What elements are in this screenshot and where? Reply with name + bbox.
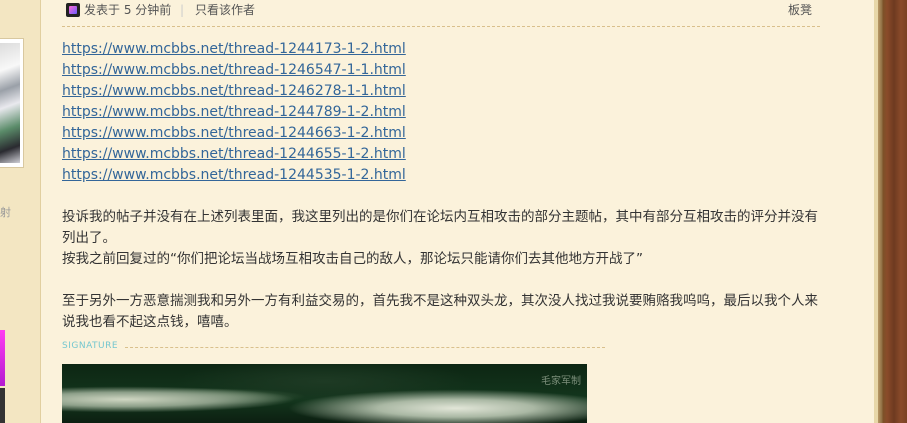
only-author-link[interactable]: 只看该作者	[195, 0, 255, 20]
thread-link[interactable]: https://www.mcbbs.net/thread-1244655-1-2…	[62, 146, 406, 162]
list-item: https://www.mcbbs.net/thread-1244535-1-2…	[62, 165, 406, 186]
thread-link[interactable]: https://www.mcbbs.net/thread-1244173-1-2…	[62, 41, 406, 57]
signature-watermark: 毛家军制	[541, 376, 581, 387]
list-item: https://www.mcbbs.net/thread-1246547-1-1…	[62, 60, 406, 81]
post-paragraph-1: 投诉我的帖子并没有在上述列表里面，我这里列出的是你们在论坛内互相攻击的部分主题帖…	[62, 209, 818, 246]
signature-divider	[125, 347, 605, 348]
list-item: https://www.mcbbs.net/thread-1244655-1-2…	[62, 144, 406, 165]
floor-number: 板凳	[787, 3, 812, 17]
thread-link[interactable]: https://www.mcbbs.net/thread-1246278-1-1…	[62, 83, 406, 99]
list-item: https://www.mcbbs.net/thread-1244663-1-2…	[62, 123, 406, 144]
page-right-border	[874, 0, 907, 423]
thread-link[interactable]: https://www.mcbbs.net/thread-1246547-1-1…	[62, 62, 406, 78]
list-item: https://www.mcbbs.net/thread-1244789-1-2…	[62, 102, 406, 123]
thread-link[interactable]: https://www.mcbbs.net/thread-1244789-1-2…	[62, 104, 406, 120]
left-user-column: 射	[0, 0, 41, 423]
user-avatar[interactable]	[0, 38, 24, 168]
signature-label: SIGNATURE	[62, 341, 119, 351]
thread-link-list: https://www.mcbbs.net/thread-1244173-1-2…	[62, 39, 406, 186]
user-medal-badge-2	[0, 388, 5, 423]
post-meta-bar: 发表于 5 分钟前 | 只看该作者 板凳	[62, 0, 820, 27]
online-status-icon	[66, 3, 80, 17]
sidebar-partial-text: 射	[0, 206, 11, 219]
meta-separator: |	[180, 3, 185, 17]
list-item: https://www.mcbbs.net/thread-1244173-1-2…	[62, 39, 406, 60]
avatar-image	[0, 43, 20, 163]
post-paragraph-2: 按我之前回复过的“你们把论坛当战场互相攻击自己的敌人，那论坛只能请你们去其他地方…	[62, 251, 643, 267]
list-item: https://www.mcbbs.net/thread-1246278-1-1…	[62, 81, 406, 102]
signature-image: 毛家军制	[62, 364, 587, 423]
thread-link[interactable]: https://www.mcbbs.net/thread-1244535-1-2…	[62, 167, 406, 183]
user-medal-badge	[0, 330, 5, 386]
post-paragraph-3: 至于另外一方恶意揣测我和另外一方有利益交易的，首先我不是这种双头龙，其次没人找过…	[62, 293, 818, 330]
posted-time: 发表于 5 分钟前	[84, 3, 172, 17]
thread-link[interactable]: https://www.mcbbs.net/thread-1244663-1-2…	[62, 125, 406, 141]
